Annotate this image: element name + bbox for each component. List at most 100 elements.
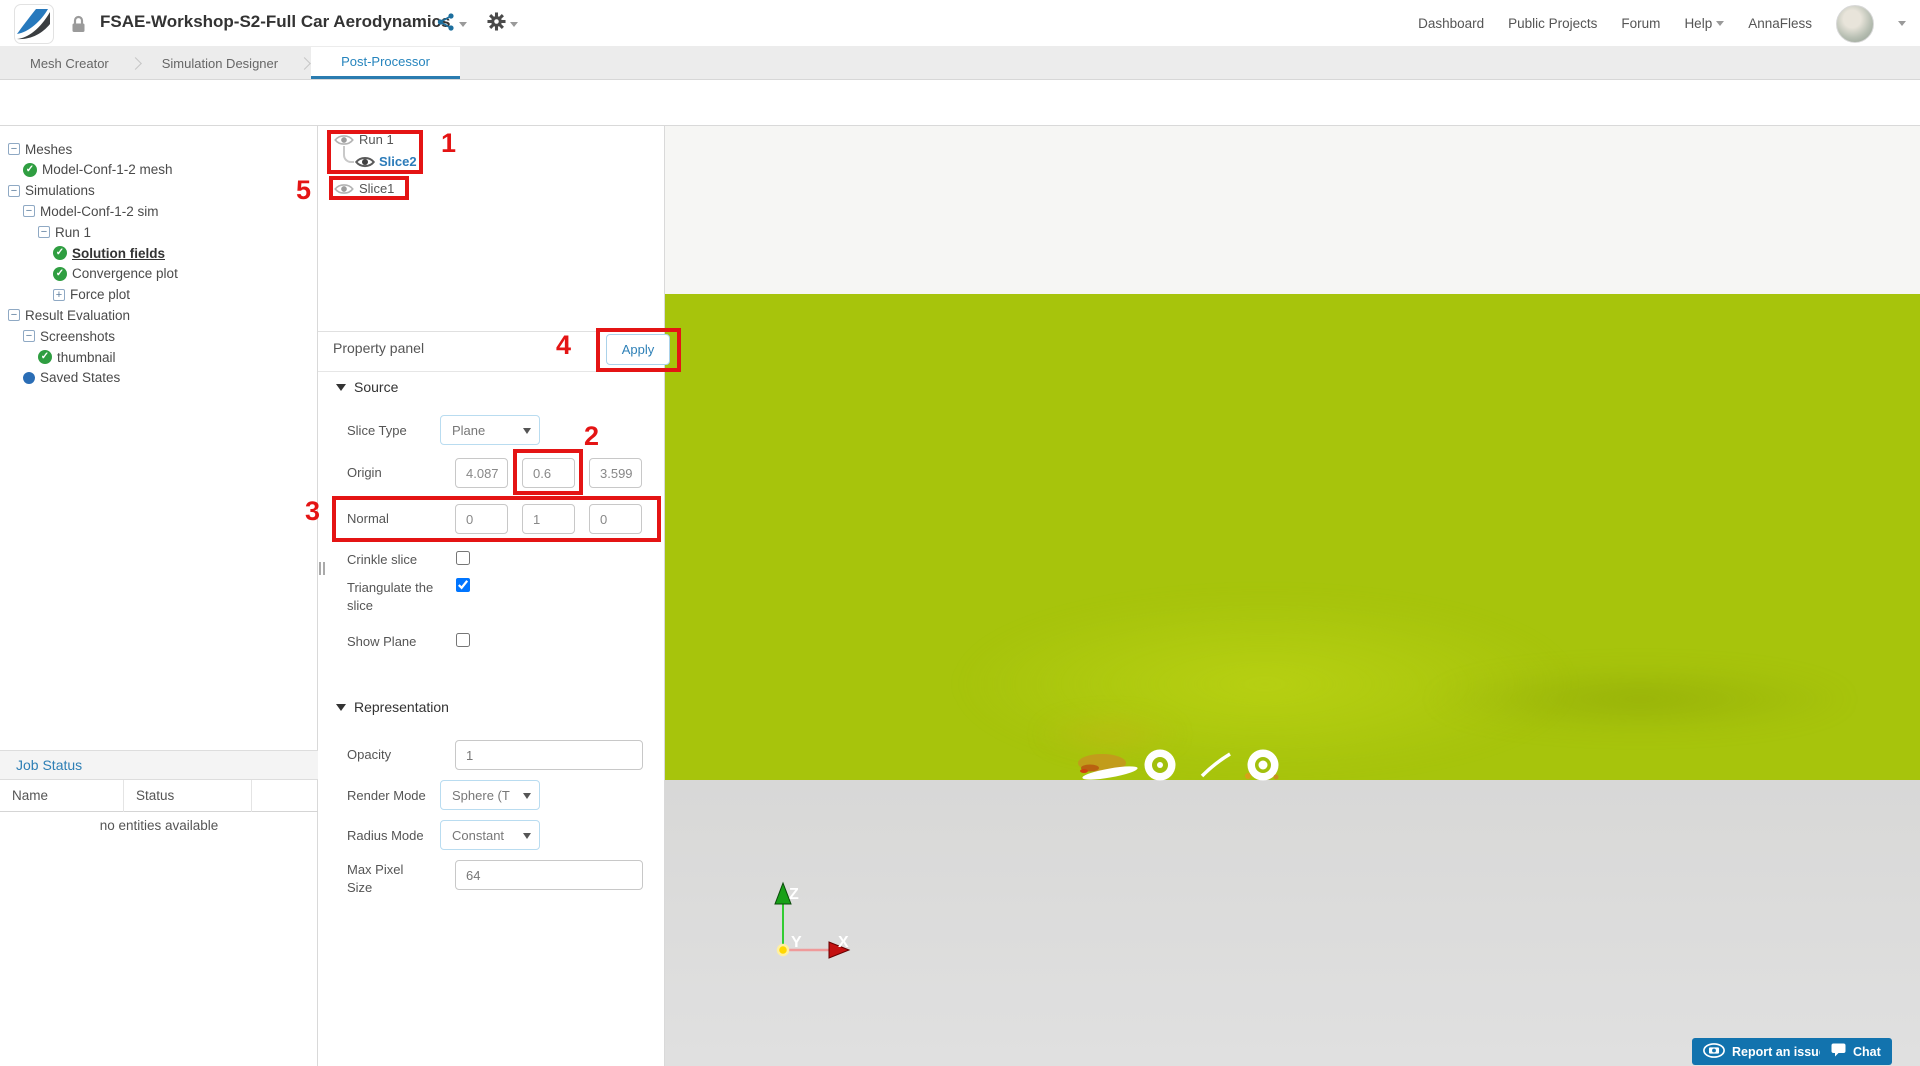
- share-menu[interactable]: [437, 13, 467, 36]
- normal-z-input[interactable]: [589, 504, 642, 534]
- collapse-icon[interactable]: −: [8, 143, 20, 155]
- top-nav: Dashboard Public Projects Forum Help Ann…: [1418, 0, 1906, 47]
- crinkle-slice-label: Crinkle slice: [347, 552, 418, 567]
- tree-item-label: Meshes: [25, 141, 73, 157]
- origin-z-input[interactable]: [589, 458, 642, 488]
- nav-username[interactable]: AnnaFless: [1748, 16, 1812, 31]
- tree-item-convergence-plot[interactable]: ✓ Convergence plot: [53, 264, 178, 284]
- tree-item-label: Model-Conf-1-2 mesh: [42, 162, 173, 178]
- project-title: FSAE-Workshop-S2-Full Car Aerodynamics: [100, 12, 451, 31]
- pipeline-slice1[interactable]: Slice1: [359, 181, 394, 196]
- gear-icon: [487, 12, 506, 36]
- radius-mode-select[interactable]: Constant: [440, 820, 540, 850]
- origin-x-input[interactable]: [455, 458, 508, 488]
- triangulate-checkbox[interactable]: [456, 578, 470, 592]
- tree-item-solution-fields[interactable]: ✓ Solution fields: [53, 243, 165, 263]
- tree-item-run-1[interactable]: − Run 1: [38, 222, 91, 242]
- visibility-eye-icon[interactable]: [354, 155, 376, 174]
- slice-type-select[interactable]: Plane: [440, 415, 540, 445]
- opacity-label: Opacity: [347, 747, 392, 762]
- render-mode-label: Render Mode: [347, 788, 426, 803]
- pressure-slice-field: [665, 294, 1920, 780]
- field-dark-streak: [1425, 664, 1855, 734]
- viewport-background-top: [665, 126, 1920, 294]
- collapse-icon[interactable]: −: [23, 205, 35, 218]
- origin-label: Origin: [347, 465, 382, 480]
- collapse-icon[interactable]: −: [38, 226, 50, 239]
- job-col-name: Name: [0, 780, 124, 812]
- radius-mode-label: Radius Mode: [347, 828, 424, 843]
- tree-item-label: Model-Conf-1-2 sim: [40, 203, 159, 219]
- expand-icon[interactable]: +: [53, 288, 65, 301]
- render-mode-select[interactable]: Sphere (T: [440, 780, 540, 810]
- nav-help[interactable]: Help: [1684, 16, 1725, 31]
- check-icon: ✓: [23, 162, 37, 177]
- slice-type-label: Slice Type: [347, 423, 407, 438]
- header-bar: FSAE-Workshop-S2-Full Car Aerodynamics D…: [0, 0, 1920, 47]
- collapse-icon[interactable]: −: [23, 330, 35, 343]
- show-plane-label: Show Plane: [347, 634, 417, 649]
- tab-mesh-creator[interactable]: Mesh Creator: [10, 47, 129, 79]
- z-axis-label: Z: [789, 886, 799, 903]
- tab-post-processor[interactable]: Post-Processor: [311, 47, 460, 79]
- pipeline-run1[interactable]: Run 1: [359, 132, 394, 147]
- source-section-header[interactable]: Source: [336, 379, 398, 395]
- tree-item-screenshots[interactable]: − Screenshots: [23, 326, 115, 346]
- max-pixel-size-label: Max Pixel Size: [347, 862, 404, 895]
- max-pixel-size-input[interactable]: [455, 860, 643, 890]
- chevron-down-icon[interactable]: [1898, 21, 1906, 26]
- nav-public-projects[interactable]: Public Projects: [1508, 16, 1597, 31]
- tree-item-label: Result Evaluation: [25, 307, 131, 323]
- share-icon: [437, 13, 455, 36]
- nav-forum[interactable]: Forum: [1621, 16, 1660, 31]
- normal-x-input[interactable]: [455, 504, 508, 534]
- pipeline-slice2[interactable]: Slice2: [379, 154, 417, 169]
- nav-dashboard[interactable]: Dashboard: [1418, 16, 1484, 31]
- panel-resize-handle[interactable]: [319, 562, 325, 575]
- state-dot-icon: [23, 371, 35, 384]
- normal-label: Normal: [347, 511, 389, 526]
- tree-item-model-conf-1-2-sim[interactable]: − Model-Conf-1-2 sim: [23, 201, 159, 221]
- tree-item-thumbnail[interactable]: ✓ thumbnail: [38, 347, 116, 367]
- simscale-logo[interactable]: [14, 4, 54, 44]
- settings-menu[interactable]: [487, 12, 518, 36]
- tab-separator: [128, 56, 142, 70]
- car-slice-graphics: [1060, 716, 1340, 787]
- render-viewport[interactable]: Z Y X Report an issue Chat: [665, 126, 1920, 1066]
- avatar[interactable]: [1836, 4, 1874, 43]
- crinkle-slice-checkbox[interactable]: [456, 551, 470, 565]
- job-col-actions: [252, 780, 317, 812]
- chat-button[interactable]: Chat: [1820, 1038, 1892, 1065]
- collapse-icon[interactable]: −: [8, 309, 20, 322]
- chevron-down-icon: [523, 793, 531, 799]
- tree-item-label: Saved States: [40, 370, 121, 386]
- tree-item-label: Convergence plot: [72, 266, 178, 282]
- tree-item-label: Screenshots: [40, 328, 116, 344]
- check-icon: ✓: [38, 350, 52, 364]
- tree-item-result-evaluation[interactable]: − Result Evaluation: [8, 305, 130, 325]
- representation-section-header[interactable]: Representation: [336, 699, 449, 715]
- tree-item-simulations[interactable]: − Simulations: [8, 181, 95, 201]
- visibility-eye-icon[interactable]: [334, 182, 354, 201]
- show-plane-checkbox[interactable]: [456, 633, 470, 647]
- toolbar: [0, 80, 1920, 126]
- y-axis-label: Y: [791, 934, 802, 951]
- tree-item-force-plot[interactable]: + Force plot: [53, 285, 130, 305]
- tree-item-model-conf-1-2-mesh[interactable]: ✓ Model-Conf-1-2 mesh: [23, 160, 173, 180]
- orientation-axes: Z Y X: [735, 868, 865, 988]
- origin-y-input[interactable]: [522, 458, 575, 488]
- opacity-input[interactable]: [455, 740, 643, 770]
- tab-simulation-designer[interactable]: Simulation Designer: [142, 47, 298, 79]
- report-issue-button[interactable]: Report an issue: [1692, 1038, 1837, 1065]
- camera-icon: [1703, 1042, 1725, 1061]
- apply-button[interactable]: Apply: [606, 334, 670, 365]
- app-root: FSAE-Workshop-S2-Full Car Aerodynamics D…: [0, 0, 1920, 1066]
- chevron-down-icon: [459, 22, 467, 27]
- tree-item-meshes[interactable]: − Meshes: [8, 139, 72, 159]
- tree-item-label: thumbnail: [57, 349, 116, 365]
- tree-item-label: Solution fields: [72, 245, 165, 261]
- job-status-header: Job Status: [0, 750, 318, 780]
- tree-item-saved-states[interactable]: Saved States: [23, 368, 120, 388]
- normal-y-input[interactable]: [522, 504, 575, 534]
- collapse-icon[interactable]: −: [8, 184, 20, 197]
